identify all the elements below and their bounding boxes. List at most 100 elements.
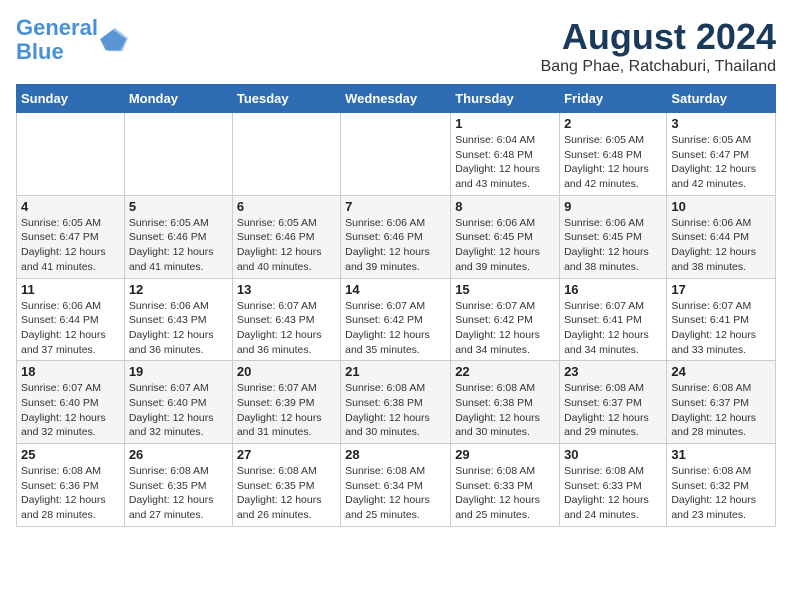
day-number: 27 [237,447,336,462]
calendar-cell: 16 Sunrise: 6:07 AM Sunset: 6:41 PM Dayli… [560,278,667,361]
weekday-header-saturday: Saturday [667,85,776,113]
day-info: Sunrise: 6:08 AM Sunset: 6:33 PM Dayligh… [455,464,555,523]
day-number: 30 [564,447,662,462]
calendar-cell: 24Sunrise: 6:08 AM Sunset: 6:37 PM Dayli… [667,361,776,444]
day-info: Sunrise: 6:08 AM Sunset: 6:38 PM Dayligh… [455,381,555,440]
logo-text: General Blue [16,16,98,64]
calendar-cell: 6Sunrise: 6:05 AM Sunset: 6:46 PM Daylig… [232,195,340,278]
calendar-week-1: 1 Sunrise: 6:04 AM Sunset: 6:48 PM Daylig… [17,113,776,196]
calendar-cell: 18 Sunrise: 6:07 AM Sunset: 6:40 PM Dayli… [17,361,125,444]
day-number: 10 [671,199,771,214]
day-info: Sunrise: 6:05 AM Sunset: 6:46 PM Dayligh… [237,216,336,275]
day-info: Sunrise: 6:08 AM Sunset: 6:34 PM Dayligh… [345,464,446,523]
calendar-cell: 12 Sunrise: 6:06 AM Sunset: 6:43 PM Dayli… [124,278,232,361]
day-info: Sunrise: 6:06 AM Sunset: 6:43 PM Dayligh… [129,299,228,358]
calendar-cell: 2 Sunrise: 6:05 AM Sunset: 6:48 PM Daylig… [560,113,667,196]
calendar-cell: 27 Sunrise: 6:08 AM Sunset: 6:35 PM Dayli… [232,444,340,527]
day-number: 9 [564,199,662,214]
calendar-cell: 11Sunrise: 6:06 AM Sunset: 6:44 PM Dayli… [17,278,125,361]
day-info: Sunrise: 6:07 AM Sunset: 6:42 PM Dayligh… [345,299,446,358]
day-number: 13 [237,282,336,297]
day-number: 7 [345,199,446,214]
calendar-cell: 17Sunrise: 6:07 AM Sunset: 6:41 PM Dayli… [667,278,776,361]
day-info: Sunrise: 6:04 AM Sunset: 6:48 PM Dayligh… [455,133,555,192]
day-info: Sunrise: 6:08 AM Sunset: 6:35 PM Dayligh… [237,464,336,523]
day-info: Sunrise: 6:08 AM Sunset: 6:32 PM Dayligh… [671,464,771,523]
calendar-cell: 1 Sunrise: 6:04 AM Sunset: 6:48 PM Daylig… [451,113,560,196]
day-number: 1 [455,116,555,131]
day-info: Sunrise: 6:07 AM Sunset: 6:40 PM Dayligh… [129,381,228,440]
day-info: Sunrise: 6:06 AM Sunset: 6:45 PM Dayligh… [564,216,662,275]
day-info: Sunrise: 6:06 AM Sunset: 6:44 PM Dayligh… [21,299,120,358]
day-number: 18 [21,364,120,379]
day-number: 21 [345,364,446,379]
weekday-header-monday: Monday [124,85,232,113]
day-number: 5 [129,199,228,214]
day-number: 17 [671,282,771,297]
weekday-header-wednesday: Wednesday [341,85,451,113]
page-header: General Blue August 2024 Bang Phae, Ratc… [16,16,776,76]
calendar-cell: 29 Sunrise: 6:08 AM Sunset: 6:33 PM Dayli… [451,444,560,527]
logo: General Blue [16,16,128,64]
day-info: Sunrise: 6:06 AM Sunset: 6:45 PM Dayligh… [455,216,555,275]
calendar-cell: 9 Sunrise: 6:06 AM Sunset: 6:45 PM Daylig… [560,195,667,278]
calendar-cell: 8Sunrise: 6:06 AM Sunset: 6:45 PM Daylig… [451,195,560,278]
day-number: 28 [345,447,446,462]
weekday-header-friday: Friday [560,85,667,113]
calendar-cell: 25Sunrise: 6:08 AM Sunset: 6:36 PM Dayli… [17,444,125,527]
day-number: 15 [455,282,555,297]
calendar-cell [124,113,232,196]
day-number: 14 [345,282,446,297]
day-number: 2 [564,116,662,131]
calendar-table: SundayMondayTuesdayWednesdayThursdayFrid… [16,84,776,527]
day-number: 4 [21,199,120,214]
day-info: Sunrise: 6:07 AM Sunset: 6:42 PM Dayligh… [455,299,555,358]
calendar-cell: 5 Sunrise: 6:05 AM Sunset: 6:46 PM Daylig… [124,195,232,278]
calendar-body: 1 Sunrise: 6:04 AM Sunset: 6:48 PM Daylig… [17,113,776,527]
logo-icon [100,26,128,54]
calendar-cell: 26 Sunrise: 6:08 AM Sunset: 6:35 PM Dayli… [124,444,232,527]
calendar-cell: 4 Sunrise: 6:05 AM Sunset: 6:47 PM Daylig… [17,195,125,278]
calendar-week-5: 25Sunrise: 6:08 AM Sunset: 6:36 PM Dayli… [17,444,776,527]
day-number: 31 [671,447,771,462]
weekday-header-row: SundayMondayTuesdayWednesdayThursdayFrid… [17,85,776,113]
day-info: Sunrise: 6:06 AM Sunset: 6:46 PM Dayligh… [345,216,446,275]
day-number: 16 [564,282,662,297]
calendar-week-4: 18 Sunrise: 6:07 AM Sunset: 6:40 PM Dayli… [17,361,776,444]
day-number: 20 [237,364,336,379]
page-title: August 2024 [541,16,776,58]
weekday-header-sunday: Sunday [17,85,125,113]
day-number: 24 [671,364,771,379]
weekday-header-tuesday: Tuesday [232,85,340,113]
day-info: Sunrise: 6:08 AM Sunset: 6:37 PM Dayligh… [564,381,662,440]
calendar-cell: 30 Sunrise: 6:08 AM Sunset: 6:33 PM Dayli… [560,444,667,527]
day-number: 26 [129,447,228,462]
calendar-cell: 22Sunrise: 6:08 AM Sunset: 6:38 PM Dayli… [451,361,560,444]
calendar-cell: 10 Sunrise: 6:06 AM Sunset: 6:44 PM Dayli… [667,195,776,278]
day-info: Sunrise: 6:08 AM Sunset: 6:33 PM Dayligh… [564,464,662,523]
page-subtitle: Bang Phae, Ratchaburi, Thailand [541,58,776,76]
day-info: Sunrise: 6:05 AM Sunset: 6:48 PM Dayligh… [564,133,662,192]
calendar-cell: 21Sunrise: 6:08 AM Sunset: 6:38 PM Dayli… [341,361,451,444]
calendar-cell: 20Sunrise: 6:07 AM Sunset: 6:39 PM Dayli… [232,361,340,444]
day-info: Sunrise: 6:07 AM Sunset: 6:41 PM Dayligh… [564,299,662,358]
calendar-cell: 13 Sunrise: 6:07 AM Sunset: 6:43 PM Dayli… [232,278,340,361]
day-number: 3 [671,116,771,131]
weekday-header-thursday: Thursday [451,85,560,113]
day-info: Sunrise: 6:05 AM Sunset: 6:47 PM Dayligh… [671,133,771,192]
calendar-cell: 3 Sunrise: 6:05 AM Sunset: 6:47 PM Daylig… [667,113,776,196]
calendar-cell: 23Sunrise: 6:08 AM Sunset: 6:37 PM Dayli… [560,361,667,444]
calendar-cell: 31 Sunrise: 6:08 AM Sunset: 6:32 PM Dayli… [667,444,776,527]
day-info: Sunrise: 6:06 AM Sunset: 6:44 PM Dayligh… [671,216,771,275]
day-number: 29 [455,447,555,462]
day-number: 19 [129,364,228,379]
day-info: Sunrise: 6:07 AM Sunset: 6:43 PM Dayligh… [237,299,336,358]
day-number: 12 [129,282,228,297]
day-info: Sunrise: 6:05 AM Sunset: 6:47 PM Dayligh… [21,216,120,275]
day-info: Sunrise: 6:07 AM Sunset: 6:40 PM Dayligh… [21,381,120,440]
calendar-cell: 15 Sunrise: 6:07 AM Sunset: 6:42 PM Dayli… [451,278,560,361]
calendar-week-3: 11Sunrise: 6:06 AM Sunset: 6:44 PM Dayli… [17,278,776,361]
calendar-cell [341,113,451,196]
day-info: Sunrise: 6:05 AM Sunset: 6:46 PM Dayligh… [129,216,228,275]
day-info: Sunrise: 6:08 AM Sunset: 6:35 PM Dayligh… [129,464,228,523]
